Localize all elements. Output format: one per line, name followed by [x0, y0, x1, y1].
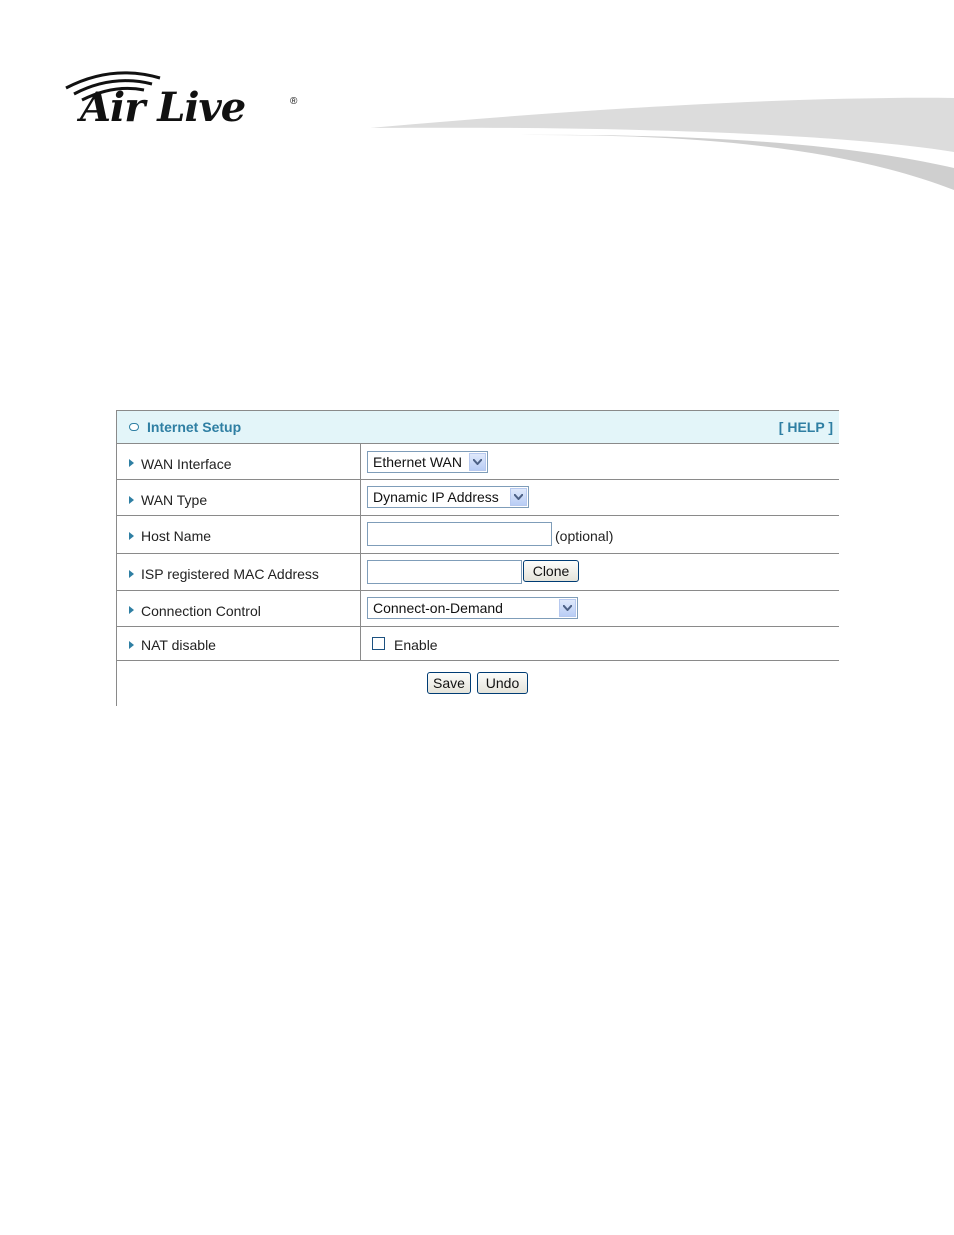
row-arrow-icon: [129, 459, 134, 467]
help-link[interactable]: [ HELP ]: [779, 419, 833, 435]
host-name-label: Host Name: [141, 528, 212, 544]
wan-type-row: WAN Type Dynamic IP Address: [117, 480, 839, 516]
row-arrow-icon: [129, 570, 134, 578]
undo-button[interactable]: Undo: [477, 672, 528, 694]
row-arrow-icon: [129, 496, 134, 504]
dropdown-arrow-icon: [510, 488, 527, 506]
wan-type-label: WAN Type: [141, 492, 208, 508]
host-name-hint: (optional): [555, 528, 614, 544]
host-name-row: Host Name (optional): [117, 516, 839, 554]
wan-interface-row: WAN Interface Ethernet WAN: [117, 444, 839, 480]
registered-mark: ®: [290, 96, 298, 107]
host-name-input[interactable]: [367, 522, 552, 546]
clone-button[interactable]: Clone: [523, 560, 579, 582]
nat-enable-label: Enable: [394, 637, 438, 653]
header-bullet-icon: [129, 423, 139, 431]
row-arrow-icon: [129, 532, 134, 540]
wan-interface-select[interactable]: Ethernet WAN: [367, 451, 488, 473]
mac-address-row: ISP registered MAC Address Clone: [117, 554, 839, 591]
save-button[interactable]: Save: [427, 672, 471, 694]
panel-actions: Save Undo: [117, 661, 839, 705]
header-swoosh-graphic: [370, 97, 954, 190]
wan-type-select[interactable]: Dynamic IP Address: [367, 486, 529, 508]
connection-control-select[interactable]: Connect-on-Demand: [367, 597, 578, 619]
row-arrow-icon: [129, 641, 134, 649]
row-arrow-icon: [129, 606, 134, 614]
connection-control-label: Connection Control: [141, 603, 261, 619]
panel-header: Internet Setup [ HELP ]: [117, 411, 839, 444]
airlive-logo: Air Live ®: [62, 66, 302, 136]
wan-interface-label: WAN Interface: [141, 456, 232, 472]
brand-name: Air Live: [80, 84, 246, 131]
connection-control-row: Connection Control Connect-on-Demand: [117, 591, 839, 627]
dropdown-arrow-icon: [559, 599, 576, 617]
nat-disable-row: NAT disable Enable: [117, 627, 839, 661]
mac-address-input[interactable]: [367, 560, 522, 584]
dropdown-arrow-icon: [469, 453, 486, 471]
nat-enable-checkbox[interactable]: [372, 637, 385, 650]
mac-address-label: ISP registered MAC Address: [141, 566, 319, 582]
nat-disable-label: NAT disable: [141, 637, 216, 653]
panel-title: Internet Setup: [147, 419, 242, 435]
internet-setup-panel: Internet Setup [ HELP ] WAN Interface Et…: [116, 410, 839, 706]
